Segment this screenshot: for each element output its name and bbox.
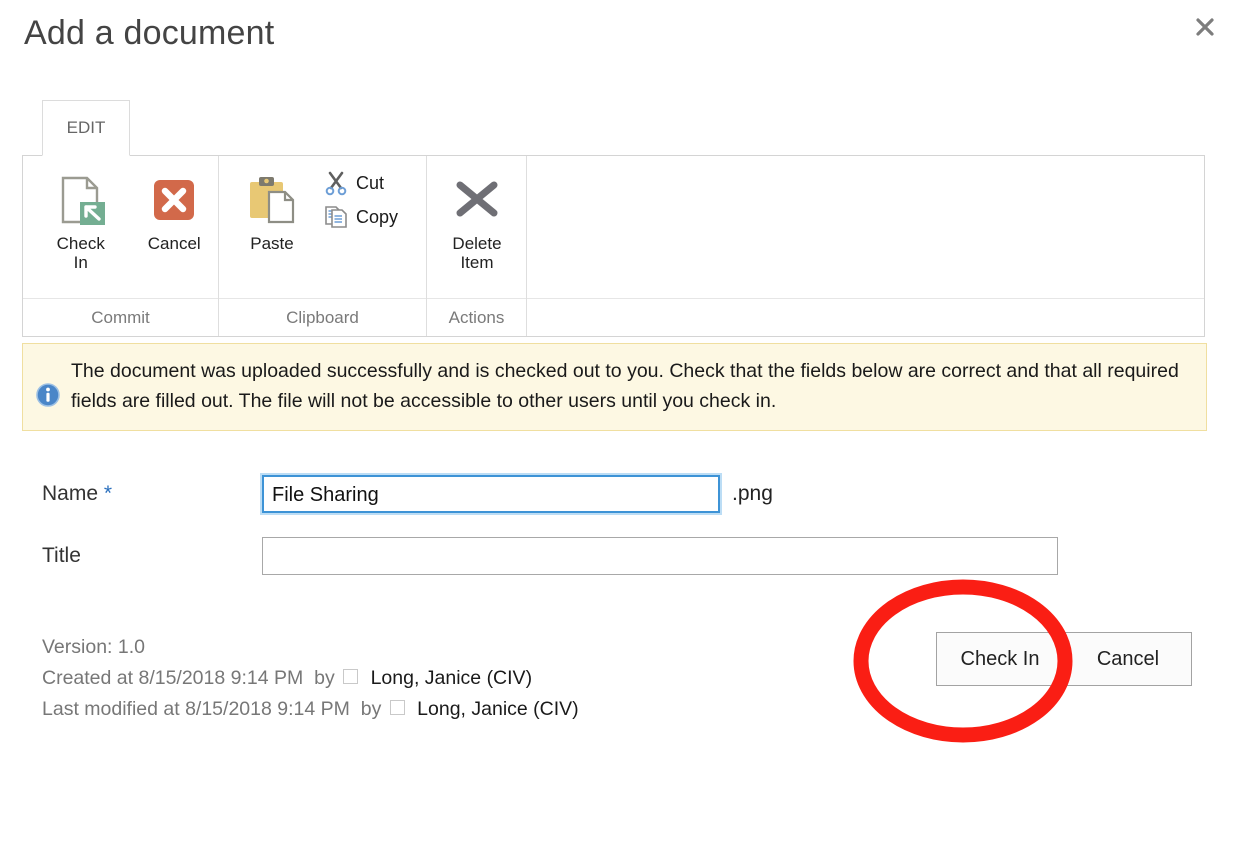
copy-button-label: Copy [356, 206, 399, 227]
cut-button[interactable]: Cut [323, 170, 398, 196]
ribbon-group-clipboard: Paste Cut Copy Clipboard [219, 156, 427, 336]
modified-line: Last modified at 8/15/2018 9:14 PM by Lo… [42, 698, 579, 720]
ribbon-group-empty [527, 156, 1204, 336]
page-title: Add a document [24, 14, 275, 52]
copy-button[interactable]: Copy [323, 204, 398, 230]
delete-item-x-icon [449, 172, 505, 228]
delete-item-button-label: Delete Item [452, 234, 502, 272]
tab-edit-label: EDIT [66, 118, 106, 137]
cancel-ribbon-button[interactable]: Cancel [131, 168, 219, 253]
copy-pages-icon [323, 204, 349, 230]
check-in-submit-button[interactable]: Check In [936, 632, 1064, 686]
cancel-submit-button[interactable]: Cancel [1064, 632, 1192, 686]
cut-scissors-icon [323, 170, 349, 196]
title-input[interactable] [262, 537, 1058, 575]
close-icon[interactable] [1190, 12, 1220, 42]
name-field-row: Name * .png [0, 470, 1240, 518]
ribbon: Check In Cancel Commit Paste Cut Copy Cl… [22, 155, 1205, 337]
paste-button[interactable]: Paste [237, 168, 307, 253]
check-in-button[interactable]: Check In [37, 168, 125, 272]
ribbon-group-clipboard-label: Clipboard [219, 298, 426, 336]
ribbon-group-commit-label: Commit [23, 298, 218, 336]
presence-indicator-icon [389, 700, 405, 715]
ribbon-group-actions: Delete Item Actions [427, 156, 527, 336]
created-line: Created at 8/15/2018 9:14 PM by Long, Ja… [42, 667, 533, 689]
info-icon [33, 356, 63, 416]
delete-item-button[interactable]: Delete Item [433, 168, 521, 272]
cancel-ribbon-button-label: Cancel [147, 234, 201, 253]
dialog-actions: Check In Cancel [936, 632, 1192, 686]
tab-edit[interactable]: EDIT [42, 100, 130, 156]
ribbon-tabstrip: EDIT [42, 100, 130, 156]
status-banner: The document was uploaded successfully a… [22, 343, 1207, 431]
created-by-user[interactable]: Long, Janice (CIV) [371, 667, 533, 689]
name-field-label: Name * [42, 482, 113, 505]
paste-button-label: Paste [250, 234, 294, 253]
document-form: Name * .png Title [0, 470, 1240, 594]
modified-by-user[interactable]: Long, Janice (CIV) [417, 698, 579, 720]
name-input[interactable] [262, 475, 720, 513]
document-metadata: Version: 1.0 Created at 8/15/2018 9:14 P… [42, 632, 579, 725]
title-field-row: Title [0, 532, 1240, 580]
paste-clipboard-icon [244, 172, 300, 228]
file-extension-label: .png [732, 482, 773, 505]
status-banner-text: The document was uploaded successfully a… [71, 360, 1179, 412]
cancel-red-x-icon [146, 172, 202, 228]
cut-button-label: Cut [356, 172, 385, 193]
required-marker: * [103, 482, 113, 505]
add-document-dialog: Add a document EDIT Check In Cancel Comm… [0, 0, 1240, 843]
ribbon-group-commit: Check In Cancel Commit [23, 156, 219, 336]
check-in-document-icon [53, 172, 109, 228]
presence-indicator-icon [343, 669, 359, 684]
check-in-button-label: Check In [56, 234, 105, 272]
ribbon-group-actions-label: Actions [427, 298, 526, 336]
title-field-label: Title [42, 544, 81, 567]
version-line: Version: 1.0 [42, 636, 145, 658]
